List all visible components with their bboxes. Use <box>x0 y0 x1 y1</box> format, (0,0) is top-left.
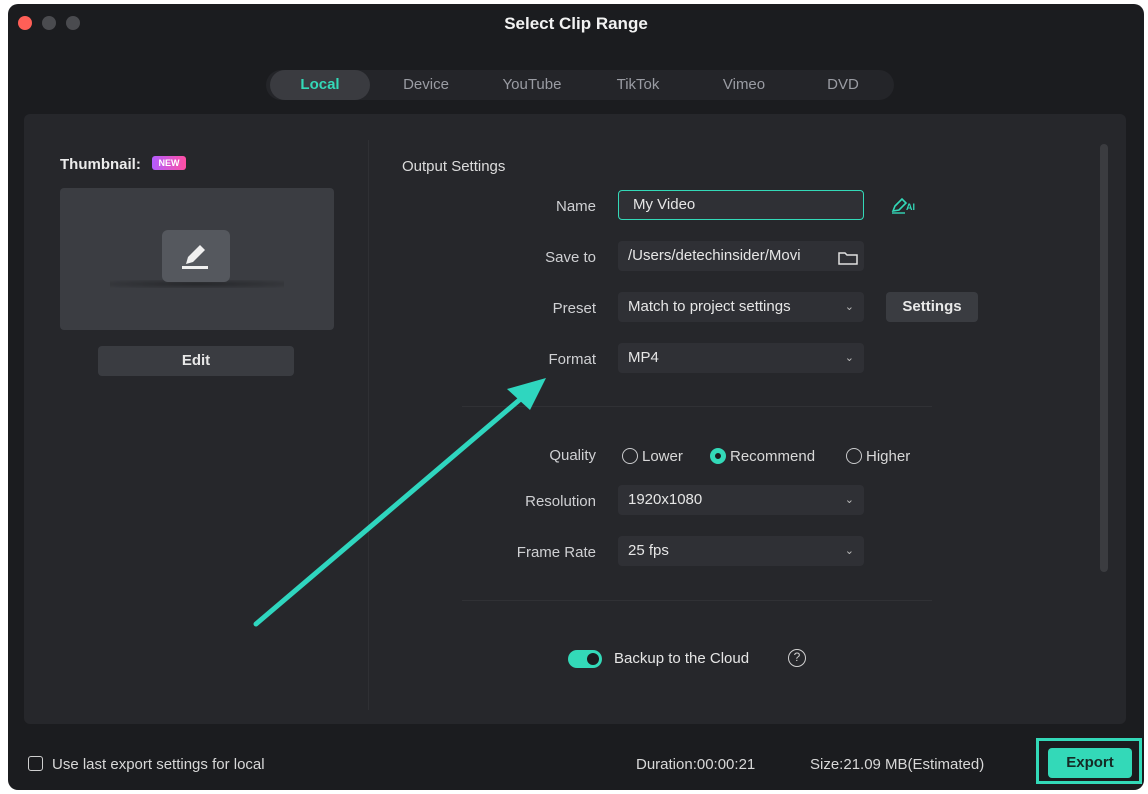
annotation-arrow <box>253 378 546 627</box>
annotation-arrow-shaft <box>253 393 527 627</box>
